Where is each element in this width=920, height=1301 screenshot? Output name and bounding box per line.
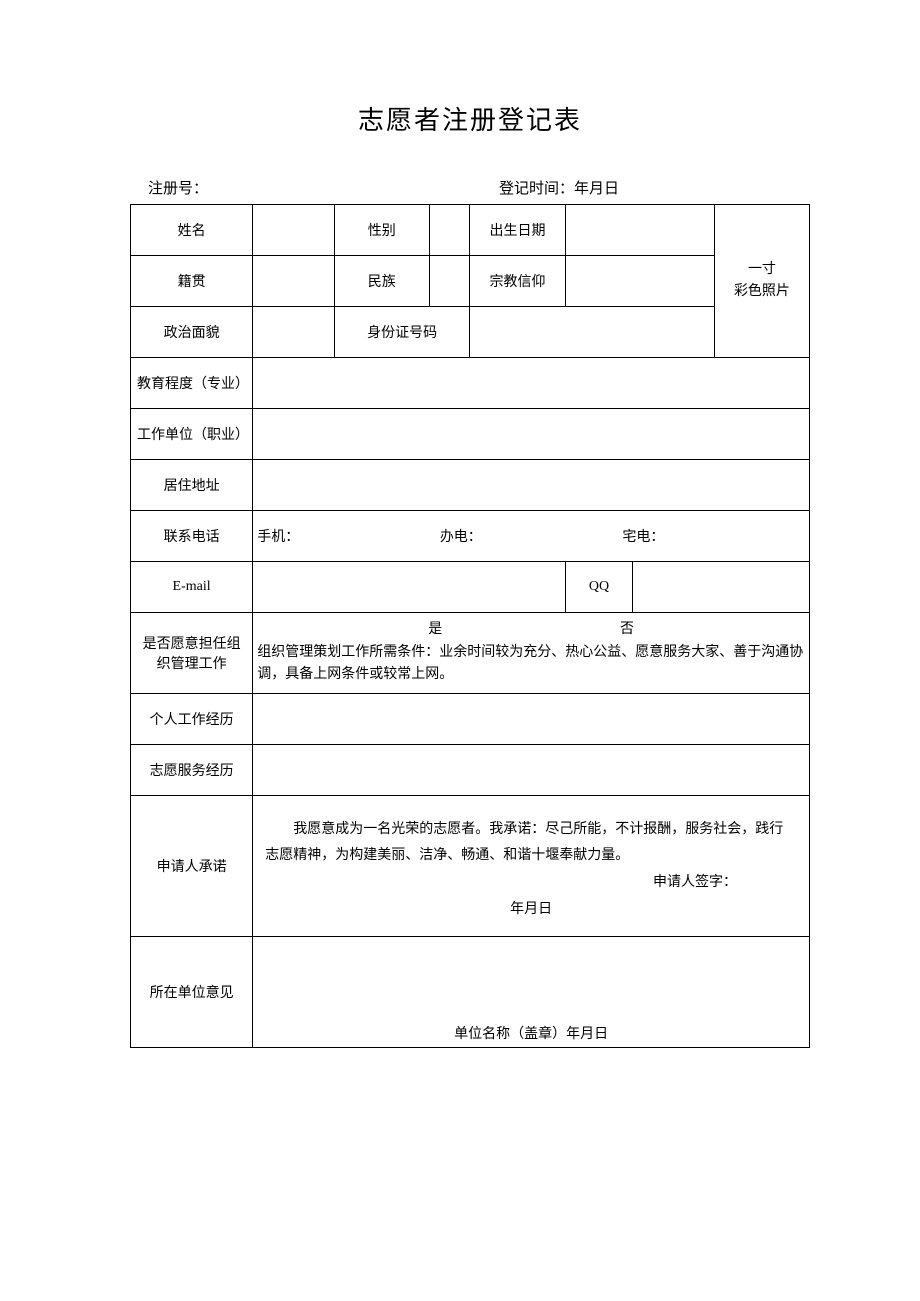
willing-note: 组织管理策划工作所需条件：业余时间较为充分、热心公益、愿意服务大家、善于沟通协调… bbox=[257, 642, 805, 687]
registration-date-label: 登记时间：年月日 bbox=[459, 177, 810, 198]
photo-line1: 一寸 bbox=[748, 262, 776, 277]
political-field[interactable] bbox=[253, 307, 334, 358]
ethnic-field[interactable] bbox=[429, 256, 470, 307]
volunteer-history-field[interactable] bbox=[253, 745, 810, 796]
willing-no[interactable]: 否 bbox=[531, 619, 723, 641]
work-unit-field[interactable] bbox=[253, 409, 810, 460]
qq-label: QQ bbox=[565, 562, 633, 613]
pledge-label: 申请人承诺 bbox=[131, 796, 253, 937]
form-title: 志愿者注册登记表 bbox=[130, 100, 810, 137]
mobile-label: 手机： bbox=[257, 526, 440, 546]
pledge-date: 年月日 bbox=[265, 897, 797, 924]
unit-opinion-cell[interactable]: 单位名称（盖章）年月日 bbox=[253, 937, 810, 1048]
willing-cell[interactable]: 是 否 组织管理策划工作所需条件：业余时间较为充分、热心公益、愿意服务大家、善于… bbox=[253, 613, 810, 694]
birth-label: 出生日期 bbox=[470, 205, 565, 256]
home-label: 宅电： bbox=[622, 526, 805, 546]
pledge-text: 我愿意成为一名光荣的志愿者。我承诺：尽己所能，不计报酬，服务社会，践行志愿精神，… bbox=[265, 817, 797, 870]
religion-field[interactable] bbox=[565, 256, 714, 307]
unit-stamp: 单位名称（盖章）年月日 bbox=[253, 1023, 809, 1043]
work-history-field[interactable] bbox=[253, 694, 810, 745]
name-label: 姓名 bbox=[131, 205, 253, 256]
pledge-sign[interactable]: 申请人签字： bbox=[265, 870, 797, 897]
work-history-label: 个人工作经历 bbox=[131, 694, 253, 745]
political-label: 政治面貌 bbox=[131, 307, 253, 358]
email-field[interactable] bbox=[253, 562, 565, 613]
native-field[interactable] bbox=[253, 256, 334, 307]
gender-label: 性别 bbox=[334, 205, 429, 256]
gender-field[interactable] bbox=[429, 205, 470, 256]
religion-label: 宗教信仰 bbox=[470, 256, 565, 307]
native-label: 籍贯 bbox=[131, 256, 253, 307]
id-label: 身份证号码 bbox=[334, 307, 470, 358]
birth-field[interactable] bbox=[565, 205, 714, 256]
address-field[interactable] bbox=[253, 460, 810, 511]
id-field[interactable] bbox=[470, 307, 714, 358]
photo-box: 一寸 彩色照片 bbox=[714, 205, 809, 358]
ethnic-label: 民族 bbox=[334, 256, 429, 307]
education-label: 教育程度（专业） bbox=[131, 358, 253, 409]
willing-label: 是否愿意担任组织管理工作 bbox=[131, 613, 253, 694]
address-label: 居住地址 bbox=[131, 460, 253, 511]
phone-field[interactable]: 手机： 办电： 宅电： bbox=[253, 511, 810, 562]
volunteer-history-label: 志愿服务经历 bbox=[131, 745, 253, 796]
photo-line2: 彩色照片 bbox=[734, 284, 790, 299]
office-label: 办电： bbox=[440, 526, 623, 546]
name-field[interactable] bbox=[253, 205, 334, 256]
education-field[interactable] bbox=[253, 358, 810, 409]
work-unit-label: 工作单位（职业） bbox=[131, 409, 253, 460]
unit-opinion-label: 所在单位意见 bbox=[131, 937, 253, 1048]
qq-field[interactable] bbox=[633, 562, 810, 613]
email-label: E-mail bbox=[131, 562, 253, 613]
header-row: 注册号： 登记时间：年月日 bbox=[130, 177, 810, 198]
registration-number-label: 注册号： bbox=[148, 177, 459, 198]
pledge-cell: 我愿意成为一名光荣的志愿者。我承诺：尽己所能，不计报酬，服务社会，践行志愿精神，… bbox=[253, 796, 810, 937]
willing-yes[interactable]: 是 bbox=[339, 619, 531, 641]
phone-label: 联系电话 bbox=[131, 511, 253, 562]
registration-form: 姓名 性别 出生日期 一寸 彩色照片 籍贯 民族 宗教信仰 政治面貌 身份证号码 bbox=[130, 204, 810, 1048]
